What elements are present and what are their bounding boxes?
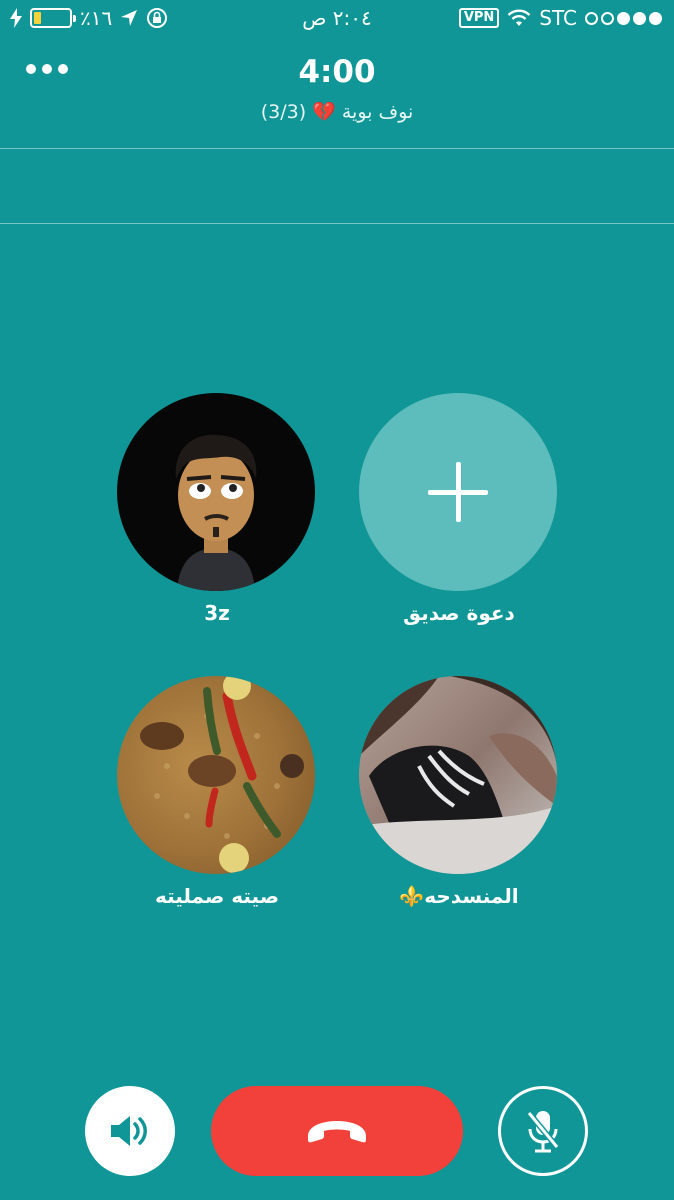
phone-hangup-icon — [308, 1121, 366, 1143]
invite-friend-tile[interactable]: دعوة صديق — [359, 393, 559, 625]
plus-icon — [428, 462, 488, 522]
status-right: VPN STC — [458, 6, 662, 30]
participant-tile[interactable]: المنسدحه⚜️ — [359, 676, 559, 908]
header-divider-bottom — [0, 223, 674, 224]
signal-dots-icon — [585, 11, 662, 25]
mic-off-icon — [526, 1111, 560, 1153]
participant-name: المنسدحه⚜️ — [399, 884, 519, 908]
status-bar: ٪١٦ ٢:٠٤ ص VPN STC — [0, 0, 674, 38]
speaker-icon — [111, 1116, 147, 1146]
participant-tile[interactable]: صيته صمليته — [117, 676, 317, 908]
participant-count: (3/3) — [260, 101, 307, 123]
invite-friend-label: دعوة صديق — [403, 601, 515, 625]
food-photo-avatar — [117, 676, 315, 874]
participant-tile[interactable]: 3z — [117, 393, 317, 625]
mute-button[interactable] — [498, 1086, 588, 1176]
group-name: نوف بوية — [341, 101, 414, 123]
call-timer: 4:00 — [298, 54, 376, 90]
broken-heart-icon: 💔 — [312, 101, 336, 123]
end-call-button[interactable] — [211, 1086, 463, 1176]
call-group-info: نوف بوية 💔 (3/3) — [0, 100, 674, 123]
speaker-button[interactable] — [85, 1086, 175, 1176]
carrier-name: STC — [539, 6, 577, 30]
invite-friend-button[interactable] — [359, 393, 557, 591]
participant-name: 3z — [204, 601, 230, 625]
participant-name: صيته صمليته — [154, 884, 280, 908]
vpn-badge: VPN — [458, 8, 500, 28]
person-photo-avatar — [359, 676, 557, 874]
wifi-icon — [507, 9, 531, 26]
bitmoji-avatar — [117, 393, 315, 591]
call-screen: ٪١٦ ٢:٠٤ ص VPN STC 4:00 نوف بوية 💔 (3/3) — [0, 0, 674, 1200]
header-divider-top — [0, 148, 674, 149]
